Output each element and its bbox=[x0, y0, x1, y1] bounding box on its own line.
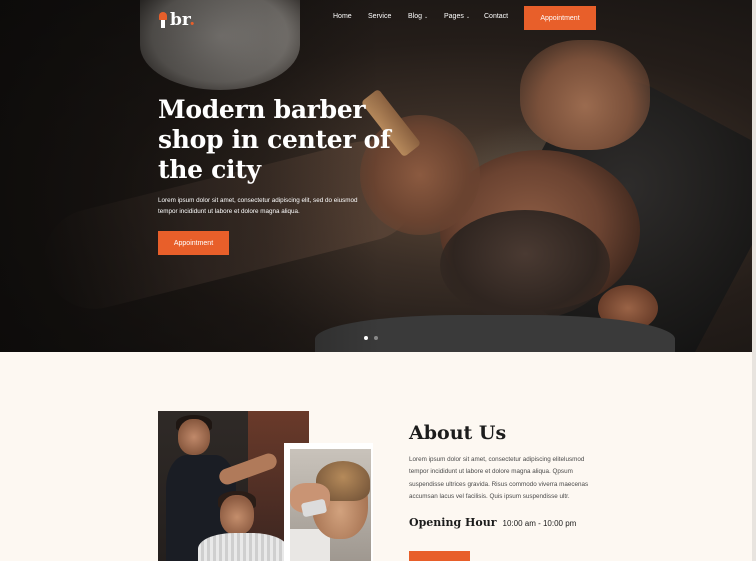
hero-title: Modern barber shop in center of the city bbox=[158, 95, 391, 184]
slider-dot[interactable] bbox=[374, 336, 378, 340]
about-button[interactable] bbox=[409, 551, 470, 561]
chevron-down-icon: ⌄ bbox=[424, 13, 429, 20]
nav-item-pages[interactable]: Pages ⌄ bbox=[444, 13, 470, 20]
chevron-down-icon: ⌄ bbox=[465, 13, 471, 20]
opening-hours-value: 10:00 am - 10:00 pm bbox=[502, 519, 577, 528]
photo-client-cape bbox=[198, 533, 288, 561]
logo-text: br. bbox=[170, 10, 196, 30]
barber-brush-icon bbox=[158, 12, 168, 28]
nav-item-blog[interactable]: Blog ⌄ bbox=[408, 13, 428, 20]
nav-item-contact[interactable]: Contact bbox=[484, 13, 508, 20]
hero-text: Lorem ipsum dolor sit amet, consectetur … bbox=[158, 197, 358, 215]
client-beard bbox=[440, 210, 610, 320]
about-text: Lorem ipsum dolor sit amet, consectetur … bbox=[409, 456, 589, 500]
photo-client-head bbox=[220, 495, 254, 535]
hero-appointment-button[interactable]: Appointment bbox=[158, 231, 229, 255]
opening-hours-label: Opening Hour bbox=[409, 516, 497, 529]
opening-hours: Opening Hour 10:00 am - 10:00 pm bbox=[409, 516, 576, 529]
slider-dots bbox=[364, 336, 378, 340]
about-photo-small bbox=[290, 449, 371, 561]
barber-hand-right bbox=[520, 40, 650, 150]
hero-section: br. Home Service Blog ⌄ Pages ⌄ Contact Ap… bbox=[0, 0, 756, 352]
nav-appointment-button[interactable]: Appointment bbox=[524, 6, 596, 30]
about-title: About Us bbox=[409, 422, 507, 444]
nav-item-service[interactable]: Service bbox=[368, 13, 391, 20]
page-scrollbar[interactable] bbox=[752, 0, 756, 561]
photo-barber-head bbox=[178, 419, 210, 455]
slider-dot[interactable] bbox=[364, 336, 368, 340]
site-logo[interactable]: br. bbox=[158, 10, 195, 30]
nav-item-home[interactable]: Home bbox=[333, 13, 352, 20]
